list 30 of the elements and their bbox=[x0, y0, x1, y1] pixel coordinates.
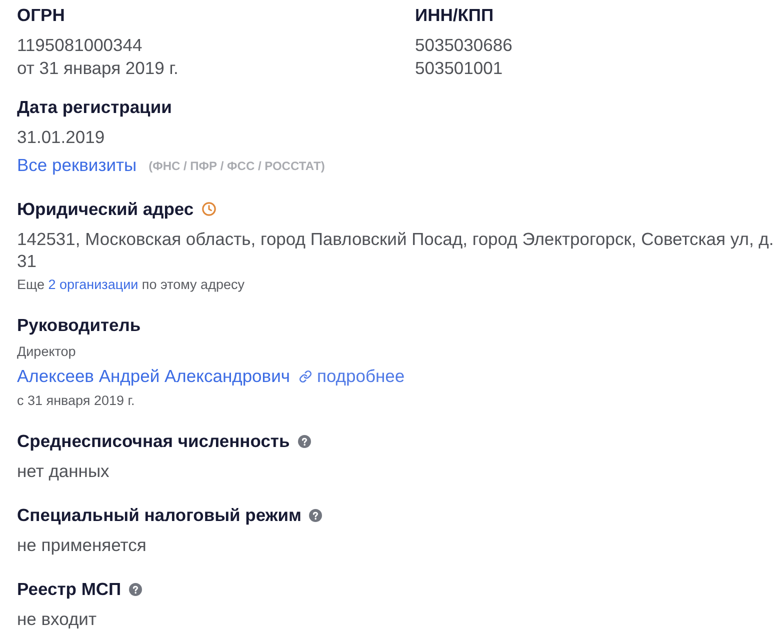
section-heading: Юридический адрес bbox=[17, 198, 194, 220]
section-heading: Реестр МСП bbox=[17, 578, 122, 600]
help-icon[interactable] bbox=[309, 508, 322, 522]
section-heading: ИНН/КПП bbox=[415, 4, 495, 26]
section-heading: Дата регистрации bbox=[17, 96, 172, 118]
field-value: 5035030686 bbox=[415, 34, 514, 57]
clock-icon[interactable] bbox=[202, 202, 216, 216]
help-icon[interactable] bbox=[129, 582, 142, 596]
field-value: от 31 января 2019 г. bbox=[17, 57, 180, 80]
field-value: нет данных bbox=[17, 460, 110, 483]
section-heading: Руководитель bbox=[17, 314, 141, 336]
field-value: не применяется bbox=[17, 534, 148, 557]
since-date: с 31 января 2019 г. bbox=[17, 393, 136, 409]
field-value: 1195081000344 bbox=[17, 34, 144, 57]
details-link[interactable]: подробнее bbox=[298, 365, 405, 388]
link-icon bbox=[298, 370, 312, 383]
help-icon[interactable] bbox=[298, 434, 311, 448]
person-link[interactable]: Алексеев Андрей Александрович bbox=[17, 365, 290, 388]
section-heading: Специальный налоговый режим bbox=[17, 504, 302, 526]
organizations-link[interactable]: 2 организации bbox=[48, 277, 138, 292]
sources-note: (ФНС / ПФР / ФСС / РОССТАТ) bbox=[148, 158, 325, 172]
field-value: 31.01.2019 bbox=[17, 126, 106, 149]
field-value: не входит bbox=[17, 608, 98, 631]
address-note: Еще 2 организации по этому адресу bbox=[17, 277, 246, 293]
section-heading: ОГРН bbox=[17, 4, 66, 26]
role-label: Директор bbox=[17, 344, 77, 360]
field-value: 503501001 bbox=[415, 57, 504, 80]
requisites-link[interactable]: Все реквизиты bbox=[17, 154, 137, 177]
address-value: 142531, Московская область, город Павловский Посад, город Электрогорск, Советская ул, д. 31 bbox=[17, 228, 775, 272]
section-heading: Среднесписочная численность bbox=[17, 430, 290, 452]
